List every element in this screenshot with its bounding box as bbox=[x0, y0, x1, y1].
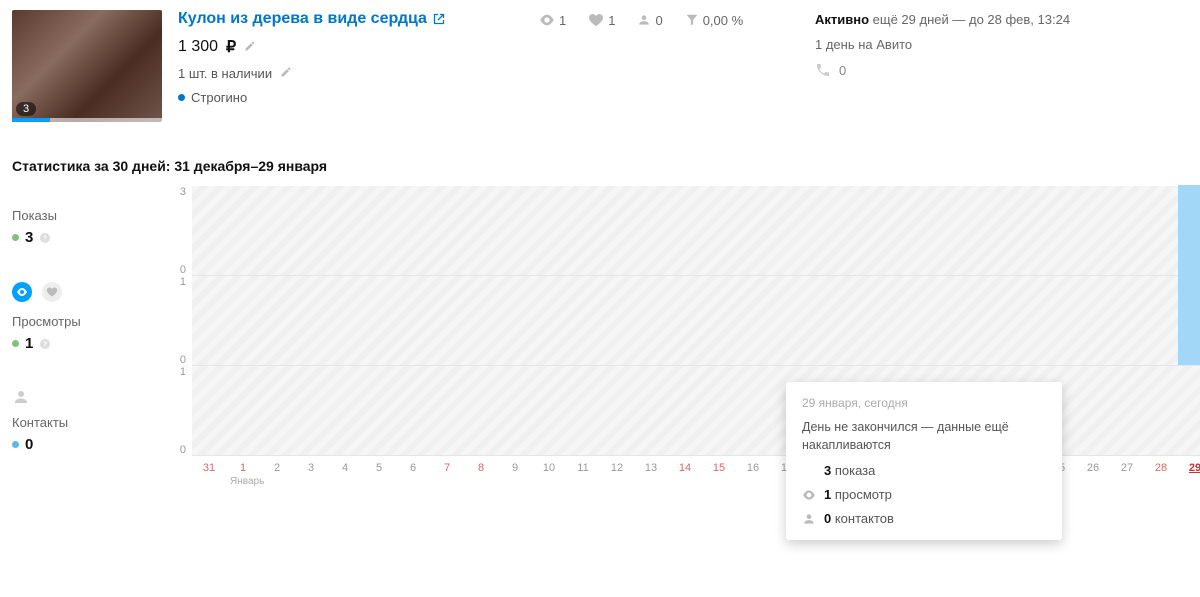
xaxis-day[interactable]: 13 bbox=[634, 462, 668, 474]
legend-contacts-label: Контакты bbox=[12, 415, 152, 430]
dot-green-icon bbox=[12, 234, 19, 241]
metric-conversion: 0,00 % bbox=[685, 12, 743, 28]
dot-green-icon bbox=[12, 340, 19, 347]
xaxis-day[interactable]: 15 bbox=[702, 462, 736, 474]
xaxis-day[interactable]: 2 bbox=[260, 462, 294, 474]
phone-icon bbox=[815, 62, 831, 78]
currency: ₽ bbox=[226, 37, 236, 57]
xaxis-day[interactable]: 28 bbox=[1144, 462, 1178, 474]
xaxis-day[interactable]: 11 bbox=[566, 462, 600, 474]
ytick: 0 bbox=[152, 264, 186, 276]
xaxis-day[interactable]: 3 bbox=[294, 462, 328, 474]
listing-thumbnail[interactable]: 3 bbox=[12, 10, 162, 122]
xaxis-day[interactable]: 16 bbox=[736, 462, 770, 474]
xaxis-day[interactable]: 5 bbox=[362, 462, 396, 474]
chart-bar[interactable] bbox=[1178, 185, 1200, 275]
edit-stock-icon[interactable] bbox=[280, 66, 292, 81]
location-dot-icon bbox=[178, 94, 185, 101]
legend-shows-label: Показы bbox=[12, 208, 152, 223]
ytick: 1 bbox=[152, 366, 186, 378]
status-line: Активно ещё 29 дней — до 28 фев, 13:24 bbox=[815, 12, 1188, 27]
xaxis-day[interactable]: 1 bbox=[226, 462, 260, 474]
photo-count-badge: 3 bbox=[16, 102, 36, 116]
contacts-toggle-icon[interactable] bbox=[12, 388, 30, 406]
tooltip-note: День не закончился — данные ещё накаплив… bbox=[802, 419, 1046, 454]
xaxis-day[interactable]: 9 bbox=[498, 462, 532, 474]
stats-heading: Статистика за 30 дней: 31 декабря–29 янв… bbox=[0, 134, 1200, 186]
toggle-favorites[interactable] bbox=[42, 282, 62, 302]
person-icon bbox=[802, 512, 816, 526]
listing-title-link[interactable]: Кулон из дерева в виде сердца bbox=[178, 10, 427, 28]
dot-cyan-icon bbox=[12, 441, 19, 448]
xaxis-day[interactable]: 31 bbox=[192, 462, 226, 474]
stock-text: 1 шт. в наличии bbox=[178, 66, 272, 81]
ytick: 0 bbox=[152, 444, 186, 456]
eye-icon bbox=[802, 488, 816, 502]
phone-contacts: 0 bbox=[815, 62, 1188, 78]
metric-contacts: 0 bbox=[637, 12, 662, 28]
xaxis-day[interactable]: 10 bbox=[532, 462, 566, 474]
edit-price-icon[interactable] bbox=[244, 40, 256, 55]
xaxis-month: Январь bbox=[230, 476, 264, 487]
toggle-views[interactable] bbox=[12, 282, 32, 302]
ytick: 3 bbox=[152, 186, 186, 198]
tooltip-date: 29 января, сегодня bbox=[802, 396, 1046, 410]
xaxis-day[interactable]: 4 bbox=[328, 462, 362, 474]
help-icon[interactable]: ? bbox=[39, 338, 51, 350]
external-link-icon[interactable] bbox=[433, 13, 445, 25]
xaxis-day[interactable]: 14 bbox=[668, 462, 702, 474]
xaxis-day[interactable]: 12 bbox=[600, 462, 634, 474]
legend-views-label: Просмотры bbox=[12, 314, 152, 329]
chart-shows[interactable] bbox=[192, 186, 1200, 276]
help-icon[interactable]: ? bbox=[39, 232, 51, 244]
xaxis-day[interactable]: 7 bbox=[430, 462, 464, 474]
chart-views[interactable] bbox=[192, 276, 1200, 366]
legend-contacts-value: 0 bbox=[25, 436, 33, 453]
metric-views: 1 bbox=[539, 12, 566, 28]
chart-tooltip: 29 января, сегодня День не закончился — … bbox=[786, 382, 1062, 540]
svg-text:?: ? bbox=[43, 341, 47, 348]
legend-views-value: 1 bbox=[25, 335, 33, 352]
ytick: 1 bbox=[152, 276, 186, 288]
xaxis-day[interactable]: 26 bbox=[1076, 462, 1110, 474]
xaxis-day[interactable]: 27 bbox=[1110, 462, 1144, 474]
xaxis-day[interactable]: 6 bbox=[396, 462, 430, 474]
xaxis-day[interactable]: 8 bbox=[464, 462, 498, 474]
svg-text:?: ? bbox=[43, 235, 47, 242]
price-value: 1 300 bbox=[178, 38, 218, 56]
location-text: Строгино bbox=[191, 90, 247, 105]
ytick: 0 bbox=[152, 354, 186, 366]
days-on-avito: 1 день на Авито bbox=[815, 37, 1188, 52]
metric-likes: 1 bbox=[588, 12, 615, 28]
xaxis-day[interactable]: 29 bbox=[1178, 462, 1200, 474]
legend-shows-value: 3 bbox=[25, 229, 33, 246]
chart-bar[interactable] bbox=[1178, 275, 1200, 365]
